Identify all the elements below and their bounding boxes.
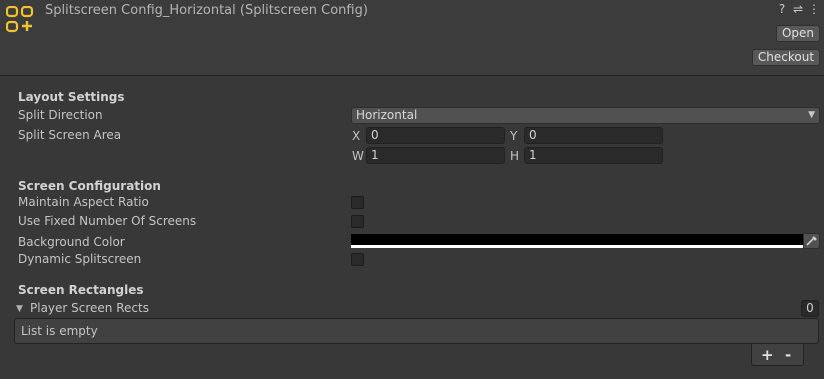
split-direction-value: Horizontal — [356, 108, 418, 122]
split-screen-area-label: Split Screen Area — [18, 128, 122, 142]
screen-configuration-header: Screen Configuration — [18, 179, 161, 193]
screen-rectangles-header: Screen Rectangles — [18, 283, 144, 297]
open-button[interactable]: Open — [776, 25, 820, 42]
more-icon[interactable]: ⋮ — [808, 2, 820, 16]
player-screen-rects-label[interactable]: Player Screen Rects — [30, 301, 149, 315]
list-empty-text: List is empty — [21, 324, 98, 338]
background-color-field[interactable] — [351, 234, 803, 248]
splitscreen-config-asset-icon — [6, 6, 34, 33]
y-field[interactable]: 0 — [524, 127, 663, 144]
help-icon[interactable]: ? — [776, 2, 788, 16]
x-label: X — [352, 129, 361, 143]
header-icons: ? ⇌ ⋮ — [776, 2, 820, 16]
y-label: Y — [510, 129, 518, 143]
eyedropper-button[interactable] — [803, 233, 820, 249]
add-element-button[interactable]: + — [761, 346, 774, 364]
inspector-header: Splitscreen Config_Horizontal (Splitscre… — [0, 0, 824, 76]
foldout-arrow-icon[interactable]: ▼ — [16, 304, 23, 314]
checkout-button[interactable]: Checkout — [752, 49, 820, 66]
background-color-label: Background Color — [18, 235, 125, 249]
list-container — [14, 318, 819, 344]
list-size-field[interactable]: 0 — [801, 300, 819, 317]
split-direction-dropdown[interactable]: Horizontal ▼ — [351, 107, 820, 124]
layout-settings-header: Layout Settings — [18, 90, 125, 104]
asset-title: Splitscreen Config_Horizontal (Splitscre… — [45, 3, 368, 18]
w-field[interactable]: 1 — [366, 147, 505, 164]
list-footer — [751, 344, 804, 366]
x-field[interactable]: 0 — [366, 127, 505, 144]
presets-icon[interactable]: ⇌ — [792, 2, 804, 16]
maintain-aspect-ratio-label: Maintain Aspect Ratio — [18, 195, 149, 209]
h-field[interactable]: 1 — [524, 147, 663, 164]
split-direction-label: Split Direction — [18, 108, 103, 122]
maintain-aspect-ratio-checkbox[interactable] — [351, 196, 364, 209]
chevron-down-icon: ▼ — [808, 110, 815, 120]
h-label: H — [510, 149, 520, 163]
dynamic-splitscreen-checkbox[interactable] — [351, 253, 364, 266]
w-label: W — [352, 149, 364, 163]
eyedropper-icon — [806, 236, 817, 246]
dynamic-splitscreen-label: Dynamic Splitscreen — [18, 252, 142, 266]
remove-element-button[interactable]: - — [785, 346, 791, 364]
fixed-number-screens-checkbox[interactable] — [351, 215, 364, 228]
fixed-number-screens-label: Use Fixed Number Of Screens — [18, 214, 197, 228]
